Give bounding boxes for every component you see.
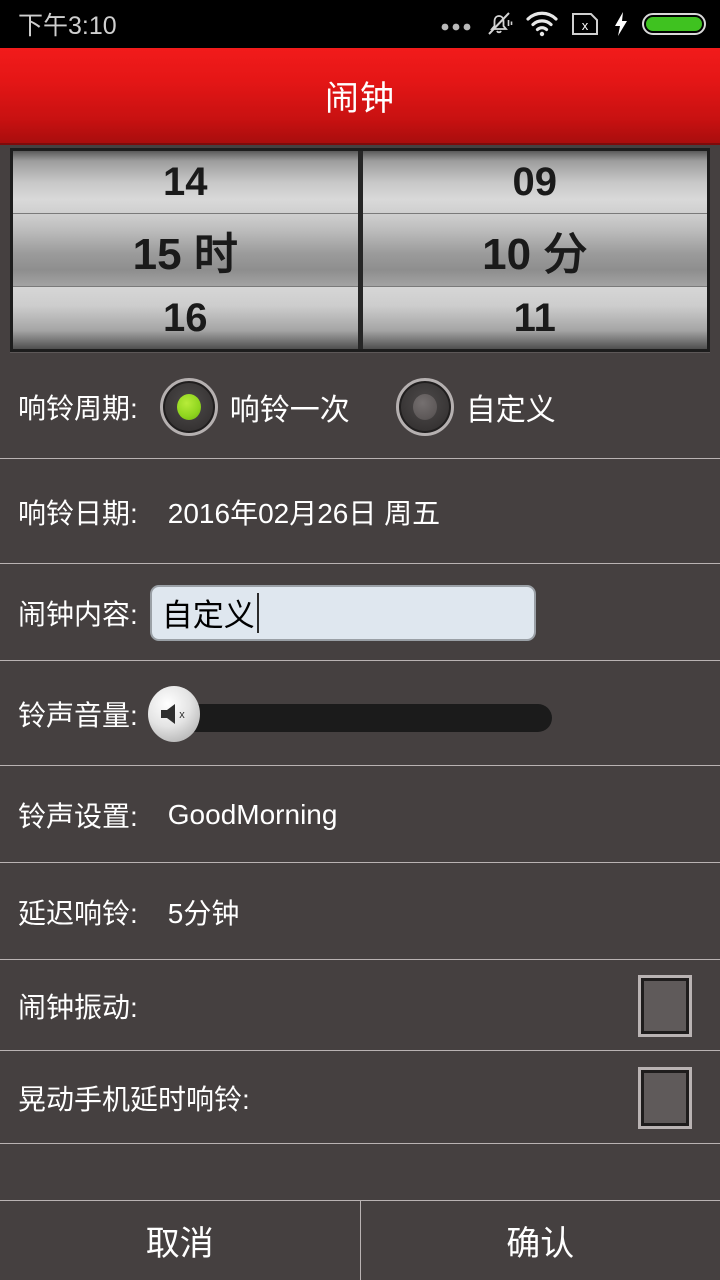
bottom-button-bar: 取消 确认: [0, 1200, 720, 1280]
radio-option-once[interactable]: 响铃一次: [159, 377, 350, 436]
speaker-mute-icon[interactable]: x: [147, 685, 200, 742]
radio-once-label: 响铃一次: [229, 393, 350, 427]
alarm-content-input[interactable]: 自定义: [149, 584, 536, 641]
shake-snooze-label: 晃动手机延时响铃:: [18, 1083, 250, 1115]
radio-custom-label: 自定义: [465, 393, 556, 427]
svg-text:x: x: [179, 709, 185, 721]
ring-date-label: 响铃日期:: [18, 497, 138, 529]
vibrate-label: 闹钟振动:: [18, 991, 138, 1023]
minute-prev-value[interactable]: 09: [362, 151, 707, 213]
sim-x-icon: x: [570, 10, 600, 38]
vibrate-row[interactable]: 闹钟振动:: [0, 961, 720, 1051]
alarm-content-row: 闹钟内容: 自定义: [0, 565, 720, 661]
ring-date-value: 2016年02月26日 周五: [167, 497, 441, 529]
ring-volume-row: 铃声音量: x: [0, 662, 720, 766]
minute-picker-column[interactable]: 09 10 分 11: [362, 151, 707, 349]
radio-once-icon[interactable]: [159, 377, 218, 436]
battery-icon: [642, 10, 706, 38]
alarm-content-label: 闹钟内容:: [18, 598, 138, 630]
ring-period-label: 响铃周期:: [18, 392, 138, 424]
ringtone-label: 铃声设置:: [18, 800, 138, 832]
title-bar: 闹钟: [0, 48, 720, 145]
more-dots-icon: [440, 17, 472, 31]
status-clock: 下午3:10: [18, 12, 117, 40]
status-icons: x: [440, 9, 706, 39]
ring-date-row[interactable]: 响铃日期: 2016年02月26日 周五: [0, 460, 720, 564]
silent-bell-icon: [484, 9, 514, 39]
snooze-row[interactable]: 延迟响铃: 5分钟: [0, 864, 720, 960]
alarm-edit-screen: 下午3:10 x 闹钟 14 15 时 16 09 10 分 11 响铃周期: …: [0, 0, 720, 1280]
vibrate-checkbox[interactable]: [638, 974, 692, 1037]
radio-option-custom[interactable]: 自定义: [395, 377, 556, 436]
confirm-button[interactable]: 确认: [361, 1201, 720, 1280]
ring-period-row: 响铃周期: 响铃一次 自定义: [0, 355, 720, 459]
text-caret: [256, 592, 259, 633]
minute-next-value[interactable]: 11: [362, 287, 707, 349]
hour-next-value[interactable]: 16: [13, 287, 358, 349]
svg-text:x: x: [582, 18, 589, 33]
shake-snooze-checkbox[interactable]: [638, 1066, 692, 1129]
ring-volume-slider[interactable]: x: [147, 685, 552, 742]
charging-bolt-icon: [612, 10, 630, 38]
minute-selected-value[interactable]: 10 分: [362, 213, 707, 287]
ring-volume-label: 铃声音量:: [18, 699, 138, 731]
ringtone-value: GoodMorning: [167, 798, 338, 830]
wifi-icon: [526, 11, 558, 37]
ring-period-radio-group: 响铃一次 自定义: [159, 377, 556, 436]
snooze-value: 5分钟: [167, 897, 240, 929]
hour-prev-value[interactable]: 14: [13, 151, 358, 213]
page-title: 闹钟: [325, 80, 395, 118]
status-bar: 下午3:10 x: [0, 0, 720, 48]
snooze-label: 延迟响铃:: [18, 897, 138, 929]
ringtone-row[interactable]: 铃声设置: GoodMorning: [0, 767, 720, 863]
cancel-button[interactable]: 取消: [0, 1201, 360, 1280]
alarm-content-input-value: 自定义: [161, 598, 255, 633]
radio-custom-icon[interactable]: [395, 377, 454, 436]
hour-picker-column[interactable]: 14 15 时 16: [13, 151, 363, 349]
time-picker[interactable]: 14 15 时 16 09 10 分 11: [10, 148, 710, 352]
volume-slider-track[interactable]: [165, 703, 552, 732]
hour-selected-value[interactable]: 15 时: [13, 213, 358, 287]
shake-snooze-row[interactable]: 晃动手机延时响铃:: [0, 1052, 720, 1144]
